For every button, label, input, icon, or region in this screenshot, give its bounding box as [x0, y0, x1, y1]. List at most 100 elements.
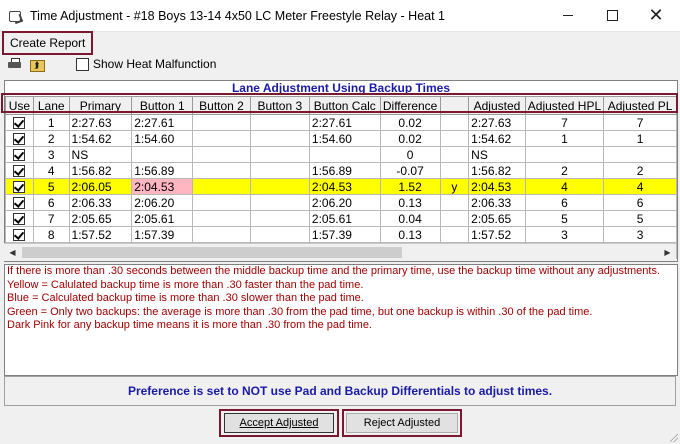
- cell-use[interactable]: [5, 114, 34, 131]
- table-row[interactable]: 3 NS 0 NS: [5, 146, 677, 163]
- cell-button-2: [192, 226, 251, 243]
- col-header-button-1[interactable]: Button 1: [131, 96, 194, 115]
- cell-button-2: [192, 162, 251, 179]
- cell-use[interactable]: [5, 146, 34, 163]
- cell-lane: 1: [32, 114, 70, 131]
- cell-adjusted-hpl: 3: [524, 226, 605, 243]
- minimize-button[interactable]: [546, 0, 590, 31]
- table-row[interactable]: 4 1:56.82 1:56.89 1:56.89 -0.07 1:56.82 2 2: [5, 162, 677, 179]
- cell-button-1: [131, 146, 194, 163]
- cell-button-3: [249, 114, 310, 131]
- table-row[interactable]: 7 2:05.65 2:05.61 2:05.61 0.04 2:05.65 5 5: [5, 210, 677, 227]
- cell-adjusted-hpl: 1: [524, 130, 605, 147]
- cell-adjusted: 2:05.65: [468, 210, 526, 227]
- table-row[interactable]: 5 2:06.05 2:04.53 2:04.53 1.52 y 2:04.53 4 4: [5, 178, 677, 195]
- show-heat-malfunction-checkbox[interactable]: [76, 58, 89, 71]
- col-header-button-3[interactable]: Button 3: [249, 96, 310, 115]
- cell-button-1: 2:04.53: [131, 178, 194, 195]
- accept-adjusted-button[interactable]: Accept Adjusted: [224, 413, 334, 433]
- col-header-button-calc[interactable]: Button Calc: [308, 96, 381, 115]
- cell-adjusted: 2:06.33: [468, 194, 526, 211]
- scroll-right-icon[interactable]: ▶: [659, 244, 676, 261]
- cell-button-calc: 2:27.61: [308, 114, 381, 131]
- cell-adjusted-hpl: 7: [524, 114, 605, 131]
- cell-adjusted-hpl: 2: [524, 162, 605, 179]
- cell-button-2: [192, 146, 251, 163]
- col-header-adjusted[interactable]: Adjusted: [468, 96, 526, 115]
- accept-adjusted-label: Accept Adjusted: [239, 417, 319, 429]
- cell-button-1: 1:56.89: [131, 162, 194, 179]
- col-header-difference[interactable]: Difference: [379, 96, 441, 115]
- cell-button-3: [249, 210, 310, 227]
- use-checkbox[interactable]: [13, 229, 26, 242]
- reject-adjusted-button[interactable]: Reject Adjusted: [346, 413, 458, 433]
- cell-use[interactable]: [5, 130, 34, 147]
- cell-button-2: [192, 114, 251, 131]
- cell-button-3: [249, 146, 310, 163]
- cell-flag: [439, 146, 470, 163]
- use-checkbox[interactable]: [13, 213, 26, 226]
- maximize-button[interactable]: [590, 0, 634, 31]
- col-header-primary[interactable]: Primary: [68, 96, 133, 115]
- cell-lane: 7: [32, 210, 70, 227]
- cell-primary: 2:06.05: [68, 178, 133, 195]
- cell-difference: -0.07: [379, 162, 441, 179]
- table-row[interactable]: 2 1:54.62 1:54.60 1:54.60 0.02 1:54.62 1 1: [5, 130, 677, 147]
- cell-lane: 6: [32, 194, 70, 211]
- col-header-adjusted-pl[interactable]: Adjusted PL: [603, 96, 677, 115]
- cell-button-calc: 1:57.39: [308, 226, 381, 243]
- cell-difference: 0.02: [379, 114, 441, 131]
- resize-grip[interactable]: [668, 432, 678, 442]
- col-header-flag[interactable]: [439, 96, 470, 115]
- note-line: Dark Pink for any backup time means it i…: [7, 319, 372, 331]
- scroll-thumb[interactable]: [22, 247, 402, 258]
- col-header-lane[interactable]: Lane: [32, 96, 70, 115]
- cell-difference: 0.13: [379, 226, 441, 243]
- cell-primary: 1:57.52: [68, 226, 133, 243]
- table-row[interactable]: 1 2:27.63 2:27.61 2:27.61 0.02 2:27.63 7 7: [5, 114, 677, 131]
- use-checkbox[interactable]: [13, 181, 26, 194]
- horizontal-scrollbar[interactable]: ◀ ▶: [4, 243, 676, 261]
- table-row[interactable]: 8 1:57.52 1:57.39 1:57.39 0.13 1:57.52 3 3: [5, 226, 677, 243]
- cell-difference: 0: [379, 146, 441, 163]
- use-checkbox[interactable]: [13, 197, 26, 210]
- cell-button-1: 1:54.60: [131, 130, 194, 147]
- cell-adjusted: 1:56.82: [468, 162, 526, 179]
- cell-button-2: [192, 178, 251, 195]
- use-checkbox[interactable]: [13, 133, 26, 146]
- folder-up-icon[interactable]: ⮭: [30, 58, 45, 72]
- use-checkbox[interactable]: [13, 117, 26, 130]
- cell-flag: [439, 226, 470, 243]
- cell-adjusted-pl: 5: [603, 210, 677, 227]
- cell-use[interactable]: [5, 162, 34, 179]
- cell-lane: 5: [32, 178, 70, 195]
- cell-button-2: [192, 194, 251, 211]
- cell-button-1: 2:27.61: [131, 114, 194, 131]
- col-header-button-2[interactable]: Button 2: [192, 96, 251, 115]
- app-icon: [8, 9, 22, 23]
- cell-use[interactable]: [5, 178, 34, 195]
- cell-button-2: [192, 130, 251, 147]
- close-icon: ✕: [648, 5, 664, 25]
- scroll-left-icon[interactable]: ◀: [4, 244, 21, 261]
- close-button[interactable]: ✕: [634, 0, 678, 31]
- use-checkbox[interactable]: [13, 149, 26, 162]
- cell-adjusted-pl: 1: [603, 130, 677, 147]
- col-header-use[interactable]: Use: [5, 96, 34, 115]
- cell-use[interactable]: [5, 194, 34, 211]
- cell-button-calc: 2:05.61: [308, 210, 381, 227]
- cell-difference: 0.02: [379, 130, 441, 147]
- col-header-adjusted-hpl[interactable]: Adjusted HPL: [524, 96, 605, 115]
- cell-adjusted-hpl: 4: [524, 178, 605, 195]
- create-report-menu[interactable]: Create Report: [2, 31, 94, 55]
- use-checkbox[interactable]: [13, 165, 26, 178]
- cell-button-3: [249, 162, 310, 179]
- table-row[interactable]: 6 2:06.33 2:06.20 2:06.20 0.13 2:06.33 6 6: [5, 194, 677, 211]
- printer-icon[interactable]: [8, 58, 22, 70]
- cell-lane: 8: [32, 226, 70, 243]
- cell-button-calc: 2:04.53: [308, 178, 381, 195]
- cell-use[interactable]: [5, 210, 34, 227]
- cell-use[interactable]: [5, 226, 34, 243]
- cell-lane: 3: [32, 146, 70, 163]
- cell-button-1: 1:57.39: [131, 226, 194, 243]
